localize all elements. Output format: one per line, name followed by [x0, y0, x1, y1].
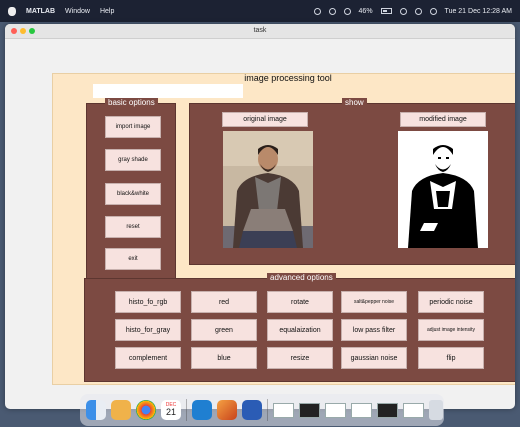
window-thumbnail[interactable]	[273, 402, 294, 418]
launchpad-icon[interactable]	[111, 400, 131, 420]
status-icon[interactable]	[313, 7, 321, 15]
basic-options-group: basic options import image gray shade bl…	[86, 98, 176, 291]
dock: DEC 21	[80, 394, 444, 426]
window-thumbnail[interactable]	[299, 402, 320, 418]
calendar-icon[interactable]: DEC 21	[161, 400, 181, 420]
dock-separator	[186, 399, 187, 421]
original-image-label: original image	[222, 112, 308, 127]
vscode-icon[interactable]	[192, 400, 212, 420]
rotate-button[interactable]: rotate	[267, 291, 333, 313]
histo-fo-rgb-button[interactable]: histo_fo_rgb	[115, 291, 181, 313]
apple-icon[interactable]	[8, 6, 16, 16]
basic-options-title: basic options	[105, 98, 158, 107]
adjust-image-intensity-button[interactable]: adjust image intensity	[418, 319, 484, 341]
resize-button[interactable]: resize	[267, 347, 333, 369]
modified-image	[398, 131, 488, 248]
reset-button[interactable]: reset	[105, 216, 161, 238]
app-window: task image processing tool basic options…	[5, 24, 515, 409]
histo-for-gray-button[interactable]: histo_for_gray	[115, 319, 181, 341]
wifi-icon[interactable]	[399, 7, 407, 15]
battery-icon[interactable]	[380, 8, 392, 14]
window-thumbnail[interactable]	[325, 402, 346, 418]
gaussian-noise-button[interactable]: gaussian noise	[341, 347, 407, 369]
window-title: task	[253, 27, 267, 34]
status-icon[interactable]	[328, 7, 336, 15]
exit-button[interactable]: exit	[105, 248, 161, 270]
blue-button[interactable]: blue	[191, 347, 257, 369]
word-icon[interactable]	[242, 400, 262, 420]
window-thumbnail[interactable]	[377, 402, 398, 418]
tool-title: image processing tool	[244, 73, 332, 83]
red-button[interactable]: red	[191, 291, 257, 313]
equalization-button[interactable]: equalaization	[267, 319, 333, 341]
menu-bar: MATLAB Window Help 46% Tue 21 Dec 12:28 …	[0, 0, 520, 22]
minimize-window-button[interactable]	[20, 28, 26, 34]
complement-button[interactable]: complement	[115, 347, 181, 369]
black-white-button[interactable]: black&white	[105, 183, 161, 205]
green-button[interactable]: green	[191, 319, 257, 341]
status-area: 46% Tue 21 Dec 12:28 AM	[313, 0, 512, 22]
dock-separator	[267, 399, 268, 421]
modified-image-label: modified image	[400, 112, 486, 127]
show-title: show	[342, 98, 367, 107]
show-group: show original image modified image	[189, 98, 515, 265]
salt-pepper-noise-button[interactable]: salt&pepper noise	[341, 291, 407, 313]
control-center-icon[interactable]	[429, 7, 437, 15]
text-field[interactable]	[93, 84, 243, 98]
matlab-icon[interactable]	[217, 400, 237, 420]
main-panel: image processing tool basic options impo…	[52, 73, 515, 385]
advanced-options-group: advanced options histo_fo_rgb red rotate…	[84, 273, 515, 382]
close-window-button[interactable]	[11, 28, 17, 34]
calendar-day: 21	[165, 407, 176, 417]
finder-icon[interactable]	[86, 400, 106, 420]
menu-app-name[interactable]: MATLAB	[26, 8, 55, 15]
zoom-window-button[interactable]	[29, 28, 35, 34]
clock[interactable]: Tue 21 Dec 12:28 AM	[445, 8, 512, 15]
window-thumbnail[interactable]	[403, 402, 424, 418]
menu-help[interactable]: Help	[100, 8, 114, 15]
periodic-noise-button[interactable]: periodic noise	[418, 291, 484, 313]
flip-button[interactable]: flip	[418, 347, 484, 369]
gray-shade-button[interactable]: gray shade	[105, 149, 161, 171]
battery-percent: 46%	[358, 7, 373, 15]
import-image-button[interactable]: import image	[105, 116, 161, 138]
advanced-options-title: advanced options	[267, 273, 336, 282]
menu-window[interactable]: Window	[65, 8, 90, 15]
chrome-icon[interactable]	[136, 400, 156, 420]
original-image	[223, 131, 313, 248]
low-pass-filter-button[interactable]: low pass filter	[341, 319, 407, 341]
window-titlebar: task	[5, 24, 515, 39]
status-icon[interactable]	[343, 7, 351, 15]
window-thumbnail[interactable]	[351, 402, 372, 418]
trash-icon[interactable]	[429, 400, 443, 420]
search-icon[interactable]	[414, 7, 422, 15]
